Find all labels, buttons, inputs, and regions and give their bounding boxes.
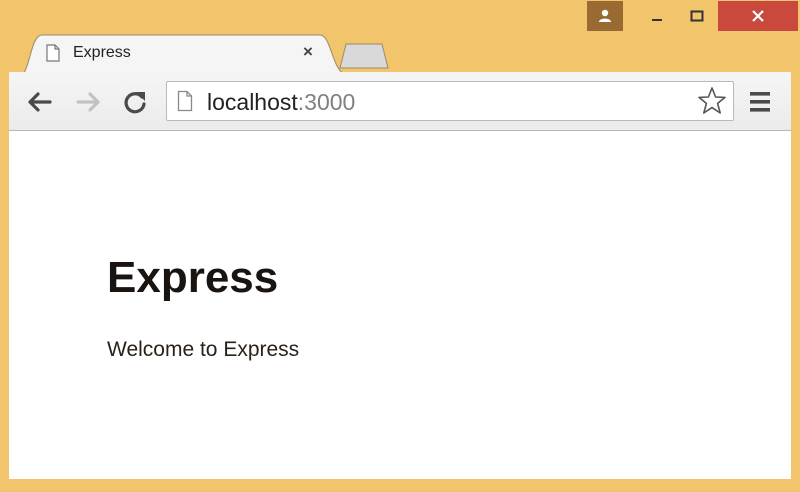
page-paragraph: Welcome to Express	[107, 338, 300, 361]
close-icon	[752, 10, 764, 22]
page-viewport: Express Welcome to Express	[9, 131, 791, 479]
minimize-button[interactable]	[637, 1, 677, 31]
tab-close-button[interactable]: ×	[303, 42, 313, 62]
forward-button[interactable]	[73, 86, 105, 118]
browser-toolbar: localhost:3000	[9, 72, 791, 131]
menu-icon[interactable]	[747, 88, 773, 116]
arrow-right-icon	[76, 92, 100, 112]
new-tab-button[interactable]	[338, 42, 390, 70]
maximize-button[interactable]	[677, 1, 717, 31]
arrow-left-icon	[28, 92, 52, 112]
page-icon	[177, 90, 193, 112]
reload-icon	[124, 92, 146, 114]
tab-background	[20, 34, 349, 75]
browser-window: Express × localhost:3000 Express Welcome…	[0, 0, 800, 492]
tab-express[interactable]: Express ×	[20, 33, 349, 75]
address-url: localhost:3000	[207, 89, 355, 116]
url-host: localhost	[207, 89, 298, 115]
window-close-button[interactable]	[718, 1, 798, 31]
tab-title: Express	[73, 44, 131, 61]
back-button[interactable]	[23, 86, 55, 118]
reload-button[interactable]	[119, 86, 151, 118]
person-icon	[599, 9, 611, 22]
maximize-icon	[690, 10, 704, 22]
profile-button[interactable]	[587, 1, 623, 31]
address-bar[interactable]: localhost:3000	[166, 81, 734, 121]
page-heading: Express	[107, 253, 279, 302]
minimize-icon	[652, 19, 662, 21]
document-icon	[46, 44, 60, 62]
star-icon[interactable]	[697, 86, 727, 116]
url-port: :3000	[297, 89, 356, 115]
